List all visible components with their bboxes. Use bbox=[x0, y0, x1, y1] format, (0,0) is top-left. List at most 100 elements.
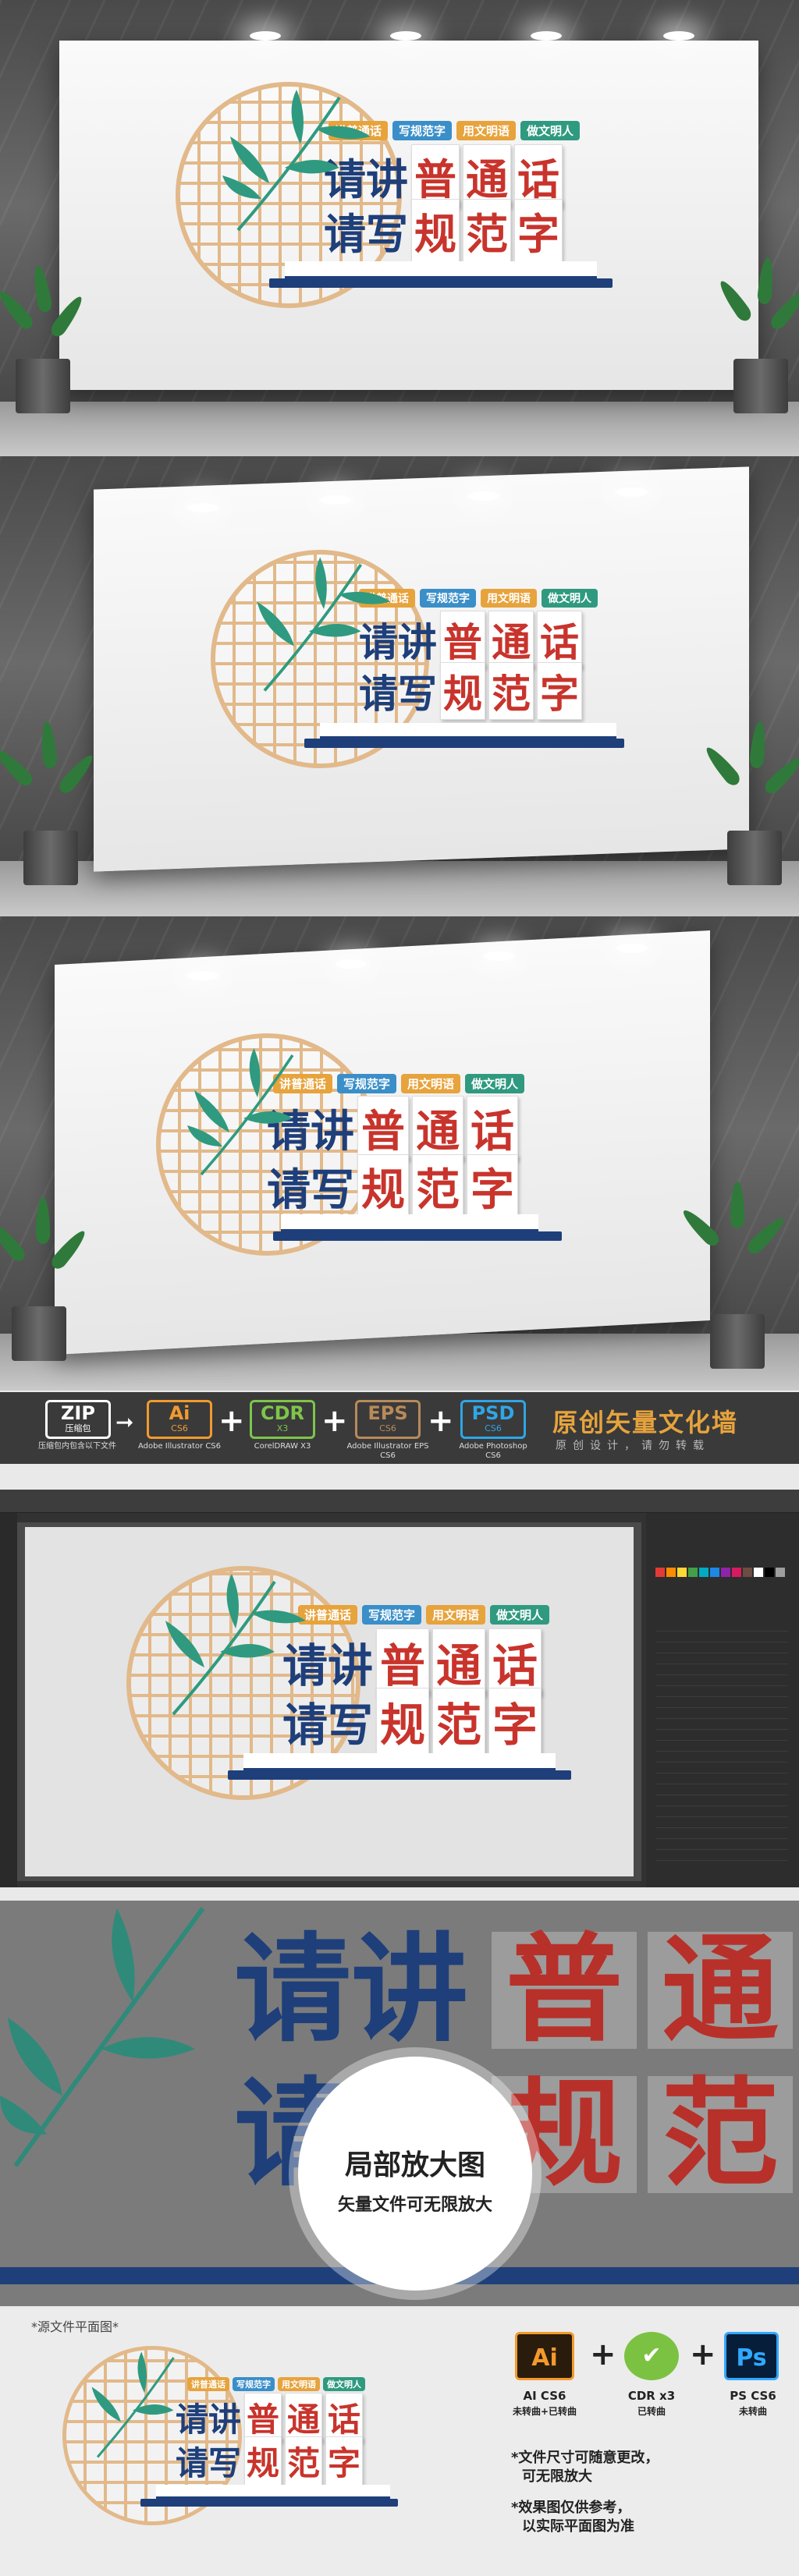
cdr-icon-label: CDR x3 已转曲 bbox=[627, 2389, 676, 2417]
swatch[interactable] bbox=[666, 1568, 676, 1577]
slogan-char: 范 bbox=[432, 1688, 486, 1755]
spotlight bbox=[531, 31, 562, 41]
layer-row[interactable] bbox=[655, 1633, 788, 1642]
spotlight bbox=[484, 951, 515, 961]
cdr-badge: CDR X3 bbox=[250, 1400, 315, 1439]
layer-row[interactable] bbox=[655, 1753, 788, 1763]
source-label: *源文件平面图* bbox=[31, 2319, 119, 2334]
slogan-char: 普 bbox=[376, 1628, 430, 1695]
layer-row[interactable] bbox=[655, 1786, 788, 1795]
potted-plant bbox=[0, 690, 101, 885]
layer-row[interactable] bbox=[655, 1720, 788, 1730]
layer-row[interactable] bbox=[655, 1644, 788, 1653]
mockup-scene-3: 讲普通话 写规范字 用文明语 做文明人 请讲 普 通 话 请写 规 范 字 bbox=[0, 916, 799, 1391]
plus-icon: + bbox=[321, 1403, 348, 1439]
swatch[interactable] bbox=[699, 1568, 708, 1577]
ai-icon-label: AI CS6 未转曲+已转曲 bbox=[512, 2389, 577, 2417]
slogan-char: 话 bbox=[537, 611, 582, 668]
slogan-char: 普 bbox=[411, 144, 460, 207]
book-pages bbox=[156, 2485, 390, 2499]
layer-row[interactable] bbox=[655, 1830, 788, 1839]
swatch[interactable] bbox=[721, 1568, 730, 1577]
zoom-title: 局部放大图 bbox=[344, 2149, 485, 2181]
zoom-blue-1: 请讲 bbox=[234, 1922, 469, 2058]
slogan-tag: 用文明语 bbox=[401, 1074, 461, 1093]
ai-label: Adobe Illustrator CS6 bbox=[137, 1442, 222, 1451]
layer-row[interactable] bbox=[655, 1666, 788, 1675]
slogan-tag: 写规范字 bbox=[420, 589, 476, 608]
swatches-layers-panel[interactable] bbox=[646, 1513, 799, 1887]
layer-row[interactable] bbox=[655, 1775, 788, 1784]
layer-row[interactable] bbox=[655, 1819, 788, 1828]
spotlight bbox=[187, 971, 218, 980]
layer-row[interactable] bbox=[655, 1731, 788, 1741]
zoom-red-char: 普 bbox=[492, 1932, 637, 2049]
bamboo-icon bbox=[0, 1907, 205, 2167]
slogan-char: 普 bbox=[357, 1096, 409, 1160]
layer-row[interactable] bbox=[655, 1688, 788, 1697]
layer-row[interactable] bbox=[655, 1841, 788, 1850]
layer-row[interactable] bbox=[655, 1677, 788, 1686]
illustrator-workspace: 讲普通话 写规范字 用文明语 做文明人 请讲 普 通 话 请写 规 范 字 bbox=[0, 1490, 799, 1887]
slogan-char: 通 bbox=[412, 1096, 463, 1160]
layer-row[interactable] bbox=[655, 1699, 788, 1708]
zoom-magnifier: 局部放大图 矢量文件可无限放大 bbox=[298, 2057, 532, 2291]
slogan-char: 范 bbox=[463, 199, 511, 262]
spotlight bbox=[390, 31, 421, 41]
bamboo-icon bbox=[222, 90, 371, 232]
slogan-logo: 讲普通话 写规范字 用文明语 做文明人 请讲 普 通 话 请写 规 范 字 bbox=[211, 550, 632, 784]
bamboo-icon bbox=[91, 2351, 175, 2458]
bottom-section: *源文件平面图* 讲普通话 写规范字 用文明语 做文明人 请讲 普 通 话 请写… bbox=[0, 2308, 799, 2576]
slogan-tag: 做文明人 bbox=[465, 1074, 525, 1093]
cdr-app-icon: ✔ bbox=[624, 2332, 679, 2380]
potted-plant bbox=[679, 1150, 788, 1369]
slogan-char: 范 bbox=[412, 1154, 463, 1219]
swatch[interactable] bbox=[754, 1568, 763, 1577]
slogan-logo: 讲普通话 写规范字 用文明语 做文明人 请讲 普 通 话 请写 规 范 字 bbox=[126, 1566, 571, 1808]
slogan-char: 话 bbox=[514, 144, 563, 207]
swatch[interactable] bbox=[677, 1568, 687, 1577]
layer-row[interactable] bbox=[655, 1808, 788, 1817]
potted-plant bbox=[716, 226, 799, 413]
render-note: *效果图仅供参考， 以实际平面图为准 bbox=[511, 2500, 634, 2535]
slogan-char: 字 bbox=[537, 662, 582, 720]
swatch[interactable] bbox=[710, 1568, 719, 1577]
spotlight bbox=[187, 503, 218, 512]
slogan-char: 规 bbox=[244, 2436, 282, 2486]
slogan-logo: 讲普通话 写规范字 用文明语 做文明人 请讲 普 通 话 请写 规 范 字 bbox=[156, 1033, 577, 1275]
swatch[interactable] bbox=[732, 1568, 741, 1577]
slogan-tag: 做文明人 bbox=[323, 2377, 365, 2391]
plus-icon: + bbox=[428, 1403, 454, 1439]
swatch[interactable] bbox=[743, 1568, 752, 1577]
swatch[interactable] bbox=[688, 1568, 698, 1577]
ps-icon-label: PS CS6 未转曲 bbox=[730, 2389, 776, 2417]
layer-row[interactable] bbox=[655, 1742, 788, 1752]
slogan-char: 话 bbox=[467, 1096, 518, 1160]
slogan-char: 普 bbox=[440, 611, 485, 668]
layer-row[interactable] bbox=[655, 1622, 788, 1632]
bamboo-icon bbox=[257, 557, 391, 692]
cdr-label: CorelDRAW X3 bbox=[254, 1442, 311, 1451]
layer-row[interactable] bbox=[655, 1710, 788, 1719]
book-base bbox=[140, 2499, 398, 2507]
spotlight bbox=[320, 495, 351, 505]
swatch[interactable] bbox=[655, 1568, 665, 1577]
swatch[interactable] bbox=[765, 1568, 774, 1577]
swatch[interactable] bbox=[776, 1568, 785, 1577]
slogan-char: 话 bbox=[488, 1628, 542, 1695]
tool-panel[interactable] bbox=[0, 1513, 17, 1887]
slogan-tag: 写规范字 bbox=[233, 2377, 275, 2391]
potted-plant bbox=[701, 690, 799, 885]
file-format-bar: ZIP 压缩包 压缩包内包含以下文件 ➞ Ai CS6 Adobe Illust… bbox=[0, 1392, 799, 1464]
layer-row[interactable] bbox=[655, 1851, 788, 1861]
book-base bbox=[304, 739, 624, 748]
canvas-area[interactable]: 讲普通话 写规范字 用文明语 做文明人 请讲 普 通 话 请写 规 范 字 bbox=[17, 1522, 641, 1881]
layer-row[interactable] bbox=[655, 1764, 788, 1773]
layer-row[interactable] bbox=[655, 1797, 788, 1806]
slogan-char: 范 bbox=[285, 2436, 323, 2486]
mockup-scene-1: 讲普通话 写规范字 用文明语 做文明人 请讲 普 通 话 请写 规 范 字 bbox=[0, 0, 799, 456]
layer-row[interactable] bbox=[655, 1655, 788, 1664]
ps-app-icon: Ps bbox=[724, 2332, 779, 2380]
slogan-char: 通 bbox=[432, 1628, 486, 1695]
control-bar[interactable] bbox=[0, 1490, 799, 1513]
